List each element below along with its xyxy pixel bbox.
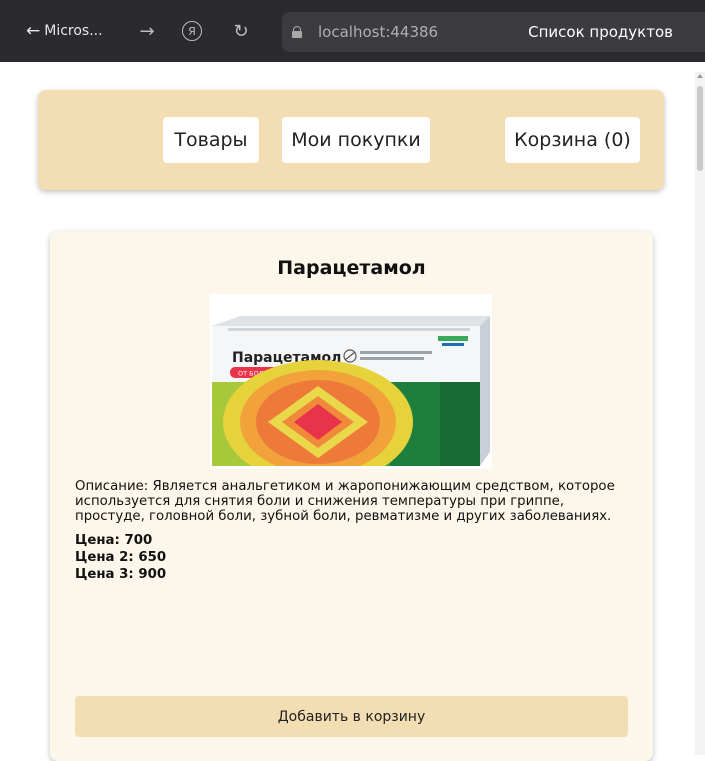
address-url: localhost:44386 (318, 23, 439, 41)
page-title: Список продуктов (528, 23, 673, 41)
yandex-icon[interactable]: Я (182, 21, 202, 41)
product-card: Парацетамол Парацетамол ОТ БОЛИ И ЖАРА (50, 231, 653, 761)
back-tab-label: Micros... (44, 23, 103, 39)
add-to-cart-button[interactable]: Добавить в корзину (75, 696, 628, 737)
scroll-up-icon[interactable] (697, 74, 703, 78)
price-3: Цена 3: 900 (75, 567, 167, 582)
nav-cart-button[interactable]: Корзина (0) (505, 117, 640, 163)
nav-my-purchases-button[interactable]: Мои покупки (282, 117, 430, 163)
lock-icon (292, 26, 302, 38)
product-description: Описание: Является анальгетиком и жаропо… (75, 479, 615, 524)
price-1: Цена: 700 (75, 533, 153, 548)
browser-toolbar: ← Micros... → Я ↻ localhost:44386 Список… (0, 0, 705, 62)
back-arrow-icon[interactable]: ← (26, 21, 40, 41)
paracetamol-box-illustration: Парацетамол ОТ БОЛИ И ЖАРА (210, 316, 492, 484)
vertical-scrollbar[interactable] (695, 72, 705, 755)
back-tab[interactable]: ← Micros... (26, 21, 126, 41)
nav-goods-button[interactable]: Товары (163, 117, 259, 163)
scrollbar-thumb[interactable] (697, 86, 703, 171)
address-bar[interactable]: localhost:44386 Список продуктов (282, 12, 705, 52)
product-name: Парацетамол (277, 257, 426, 279)
price-2: Цена 2: 650 (75, 550, 167, 565)
product-image: Парацетамол ОТ БОЛИ И ЖАРА (210, 294, 492, 484)
reload-icon[interactable]: ↻ (230, 20, 252, 42)
main-nav: Товары Мои покупки Корзина (0) (38, 90, 664, 190)
forward-arrow-icon[interactable]: → (136, 20, 158, 42)
